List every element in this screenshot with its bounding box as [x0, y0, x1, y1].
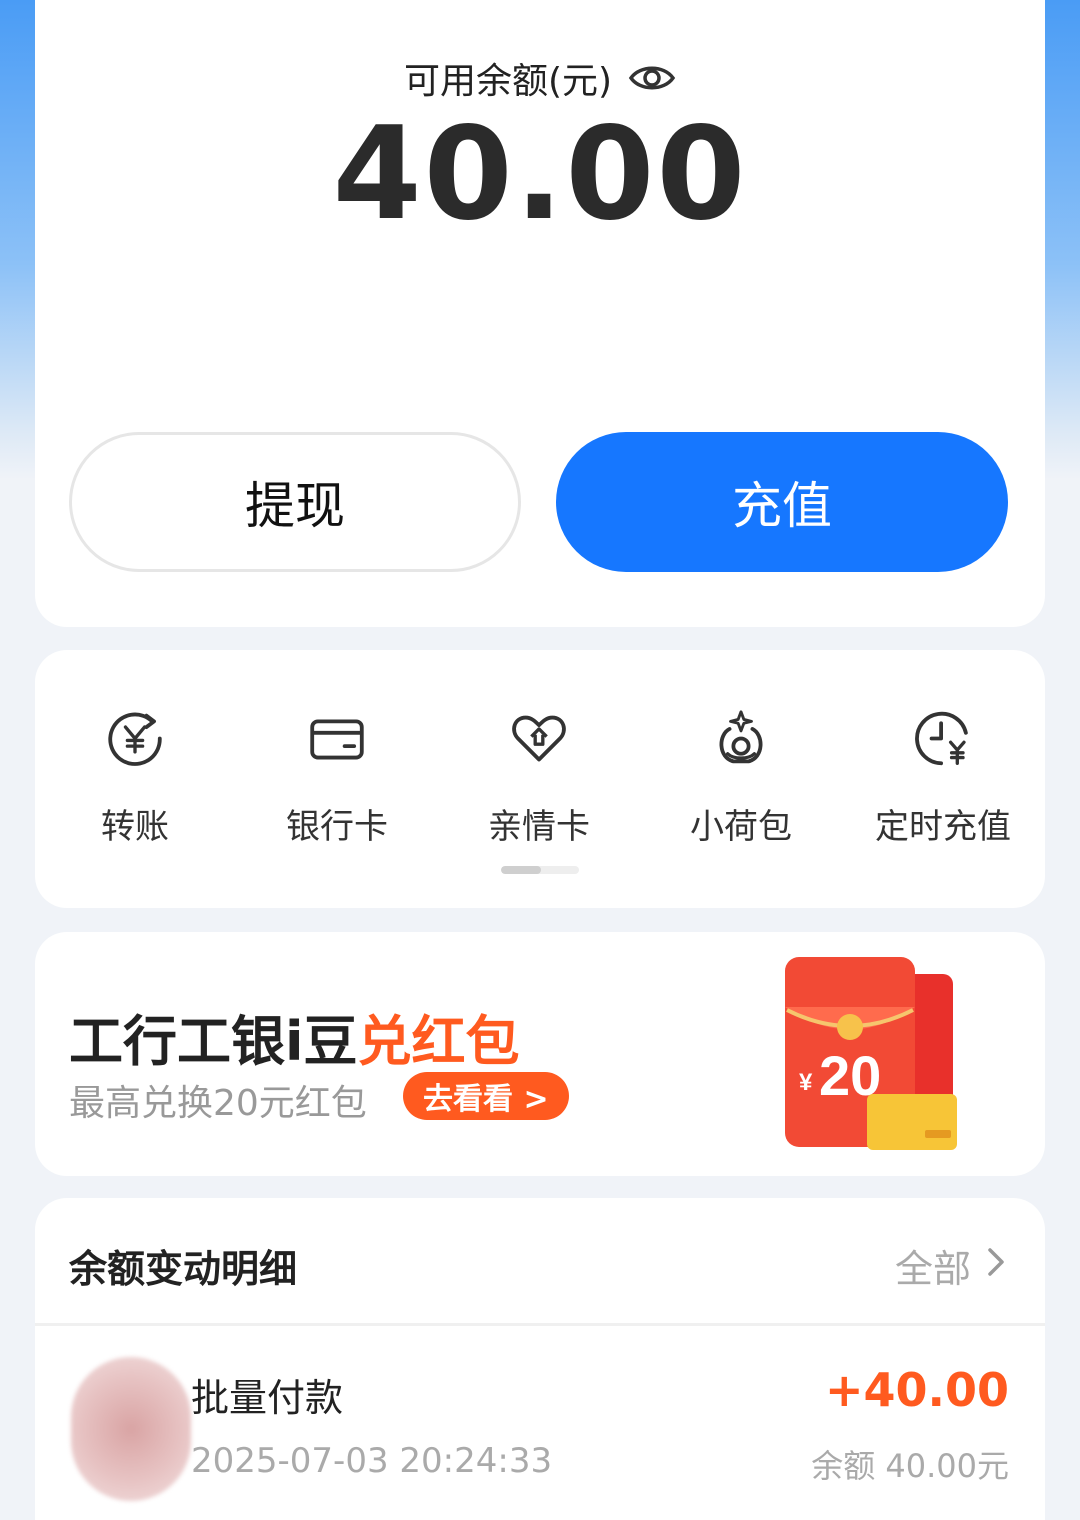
chevron-right-icon	[987, 1245, 1005, 1286]
page-indicator-thumb	[501, 866, 541, 874]
balance-label-row: 可用余额(元)	[35, 52, 1045, 104]
transaction-name: 批量付款	[191, 1376, 344, 1420]
services-card: 转账 银行卡 亲情卡 小荷包 定时充值	[35, 650, 1045, 908]
service-label: 定时充值	[875, 807, 1011, 847]
balance-amount: 40.00	[332, 100, 748, 249]
transfer-yuan-icon	[108, 712, 162, 766]
view-all-label: 全部	[894, 1247, 971, 1291]
service-label: 亲情卡	[488, 807, 590, 847]
transaction-time: 2025-07-03 20:24:33	[191, 1441, 553, 1481]
page-indicator	[501, 866, 579, 874]
transactions-card: 余额变动明细 全部 批量付款 2025-07-03 20:24:33 +40.0…	[35, 1198, 1045, 1520]
promo-title-accent: 兑红包	[357, 1010, 520, 1073]
service-transfer[interactable]: 转账	[35, 708, 235, 848]
graphic-currency: ¥	[799, 1069, 813, 1096]
view-all-link[interactable]: 全部	[895, 1238, 1005, 1293]
transactions-title: 余额变动明细	[69, 1247, 298, 1291]
balance-label: 可用余额(元)	[403, 61, 613, 102]
transaction-balance: 余额 40.00元	[811, 1447, 1009, 1485]
promo-subtitle: 最高兑换20元红包	[69, 1083, 367, 1124]
red-envelope-illustration: ¥ 20	[785, 957, 957, 1150]
recharge-button[interactable]: 充值	[556, 432, 1008, 572]
bank-card-icon	[310, 719, 364, 760]
transaction-row[interactable]: 批量付款 2025-07-03 20:24:33 +40.00 余额 40.00…	[35, 1329, 1045, 1520]
promo-cta-button[interactable]: 去看看 >	[403, 1072, 569, 1120]
withdraw-button[interactable]: 提现	[69, 432, 521, 572]
family-card-icon	[512, 715, 566, 762]
service-small-purse[interactable]: 小荷包	[641, 708, 841, 848]
transactions-header: 余额变动明细 全部	[35, 1198, 1045, 1326]
transaction-amount: +40.00	[824, 1363, 1009, 1417]
promo-title: 工行工银i豆兑红包	[69, 997, 520, 1076]
small-purse-icon	[719, 710, 763, 764]
service-family-card[interactable]: 亲情卡	[439, 708, 639, 848]
promo-banner[interactable]: 工行工银i豆兑红包 最高兑换20元红包 去看看 > ¥ 20	[35, 932, 1045, 1176]
service-label: 小荷包	[690, 807, 792, 847]
service-label: 转账	[101, 807, 169, 847]
promo-title-main: 工行工银i豆	[69, 1010, 358, 1073]
scheduled-recharge-icon	[915, 711, 968, 766]
service-label: 银行卡	[286, 807, 388, 847]
balance-card: 可用余额(元) 40.00 提现 充值	[35, 0, 1045, 627]
avatar	[71, 1357, 191, 1501]
eye-icon[interactable]	[628, 61, 676, 95]
service-bank-card[interactable]: 银行卡	[237, 708, 437, 848]
service-scheduled-recharge[interactable]: 定时充值	[843, 708, 1043, 848]
